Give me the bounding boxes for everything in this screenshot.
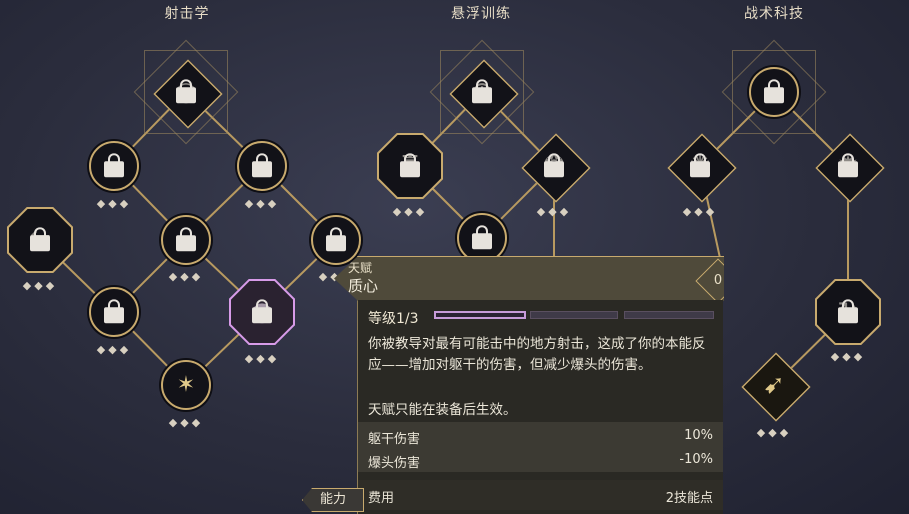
talent-node[interactable]: ↻ — [815, 279, 881, 345]
lock-icon — [326, 227, 346, 252]
talent-note: 天赋只能在装备后生效。 — [368, 402, 517, 418]
lock-icon — [104, 299, 124, 324]
ability-tab-button[interactable]: 能力 — [302, 488, 364, 512]
cost-value: 2技能点 — [665, 491, 713, 506]
lock-icon — [544, 153, 564, 178]
stat-value: 10% — [684, 428, 713, 443]
talent-node[interactable] — [311, 215, 361, 265]
talent-description: 你被教导对最有可能击中的地方射击，这成了你的本能反应——增加对躯干的伤害，但减少… — [368, 336, 706, 373]
stats-block: 躯干伤害 10% 爆头伤害 -10% — [358, 422, 723, 472]
rank-dots: ◆◆◆ — [96, 343, 132, 356]
rank-dots: ◆◆◆ — [682, 205, 718, 218]
level-bar-3 — [624, 311, 714, 319]
lock-icon — [400, 153, 420, 178]
lock-icon — [838, 299, 858, 324]
lock-icon — [176, 79, 196, 104]
talent-node-root-shooting[interactable]: ◎ — [153, 59, 223, 129]
lock-icon — [176, 227, 196, 252]
talent-node[interactable] — [89, 287, 139, 337]
talent-node[interactable] — [237, 141, 287, 191]
talent-node-root-tactical[interactable] — [749, 67, 799, 117]
rank-dots: ◆◆◆ — [536, 205, 572, 218]
lock-icon — [104, 153, 124, 178]
rank-dots: ◆◆◆ — [168, 270, 204, 283]
rank-dots: ◆◆◆ — [392, 205, 428, 218]
lock-icon — [472, 79, 492, 104]
lock-icon — [690, 153, 710, 178]
talent-node[interactable]: ✹ — [815, 133, 885, 203]
lock-icon — [472, 225, 492, 250]
column-title-tactical-tech: 战术科技 — [744, 6, 804, 22]
level-bar-1 — [434, 311, 526, 319]
level-label: 等级1/3 — [368, 311, 419, 327]
tooltip-body: 等级1/3 你被教导对最有可能击中的地方射击，这成了你的本能反应——增加对躯干的… — [358, 300, 723, 514]
rank-dots: ◆◆◆ — [22, 279, 58, 292]
column-title-hover-training: 悬浮训练 — [451, 6, 511, 22]
lock-icon — [838, 153, 858, 178]
stat-value: -10% — [679, 452, 713, 467]
lock-icon — [764, 79, 784, 104]
rank-dots: ◆◆◆ — [244, 352, 280, 365]
talent-node[interactable] — [161, 215, 211, 265]
stat-label: 爆头伤害 — [368, 456, 421, 471]
cost-label: 费用 — [368, 491, 395, 506]
rank-dots: ◆◆◆ — [244, 197, 280, 210]
lock-icon — [252, 153, 272, 178]
rank-dots: ◆◆◆ — [168, 416, 204, 429]
tooltip-title: 质心 — [348, 277, 379, 295]
talent-node[interactable]: ➹ — [741, 352, 811, 422]
talent-node[interactable]: ✺ — [667, 133, 737, 203]
talent-node[interactable]: ❂ — [521, 133, 591, 203]
talent-node[interactable] — [89, 141, 139, 191]
rank-dots: ◆◆◆ — [756, 426, 792, 439]
column-title-shooting: 射击学 — [164, 6, 210, 22]
rank-dots: ◆◆◆ — [96, 197, 132, 210]
talent-tooltip: 天赋 质心 0 等级1/3 你被教导对最有可能击中的地方射击，这成了你的本能反应… — [334, 256, 724, 514]
stat-label: 躯干伤害 — [368, 432, 421, 447]
lock-icon — [30, 227, 50, 252]
dash-icon: ➹ — [763, 370, 785, 400]
burst-icon: ✶ — [176, 372, 196, 398]
talent-node[interactable]: ✶ — [161, 360, 211, 410]
tooltip-header: 天赋 质心 0 — [334, 256, 724, 301]
cost-row: 费用 2技能点 — [358, 480, 723, 510]
talent-tree-screen: 射击学 悬浮训练 战术科技 ◎ ◆◆◆ ◆◆◆ ⇆ ◆◆◆ ◆◆◆ ◆◆◆ ◆◆… — [0, 0, 909, 514]
talent-node-root-hover[interactable]: ⊕ — [449, 59, 519, 129]
lock-icon — [252, 299, 272, 324]
rank-dots: ◆◆◆ — [830, 350, 866, 363]
level-bar-2 — [530, 311, 618, 319]
